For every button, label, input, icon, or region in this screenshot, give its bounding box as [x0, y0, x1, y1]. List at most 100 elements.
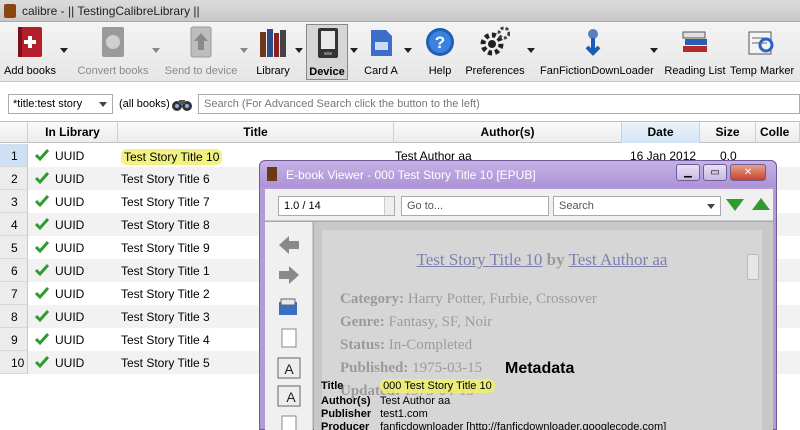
- metadata-heading: Metadata: [505, 360, 575, 377]
- metadata-producer-row: Producer fanficdownloader [http://fanfic…: [321, 421, 667, 430]
- checkmark-icon: [35, 287, 49, 300]
- find-next-icon[interactable]: [726, 199, 744, 211]
- chevron-down-icon: [99, 102, 107, 107]
- book-meta-line: Category: Harry Potter, Furbie, Crossove…: [340, 291, 597, 307]
- checkmark-icon: [35, 172, 49, 185]
- header-size[interactable]: Size: [700, 122, 756, 143]
- checkmark-icon: [35, 310, 49, 323]
- checkmark-icon: [35, 356, 49, 369]
- back-arrow-icon[interactable]: [277, 234, 301, 256]
- title-cell: Test Story Title 6: [121, 172, 210, 186]
- svg-text:A: A: [286, 389, 296, 405]
- title-cell: Test Story Title 4: [121, 333, 210, 347]
- calibre-viewer-icon: [267, 167, 277, 181]
- metadata-title-row: Title 000 Test Story Title 10: [321, 379, 495, 393]
- checkmark-icon: [35, 264, 49, 277]
- viewer-search-input[interactable]: Search: [553, 196, 721, 216]
- title-cell: Test Story Title 9: [121, 241, 210, 255]
- in-library-cell: UUID: [55, 356, 85, 370]
- svg-text:?: ?: [435, 33, 445, 52]
- card-a-dropdown[interactable]: [404, 24, 412, 80]
- font-smaller-icon[interactable]: A: [277, 385, 301, 407]
- send-to-device-button[interactable]: Send to device: [163, 24, 239, 80]
- maximize-button[interactable]: ▭: [703, 164, 727, 181]
- in-library-cell: UUID: [55, 149, 85, 163]
- checkmark-icon: [35, 218, 49, 231]
- device-button[interactable]: Device: [306, 24, 348, 80]
- book-title-link[interactable]: Test Story Title 10: [417, 250, 543, 269]
- header-collections[interactable]: Colle: [756, 122, 800, 143]
- library-button[interactable]: Library: [252, 24, 294, 80]
- header-title[interactable]: Title: [118, 122, 394, 143]
- page-copy-icon[interactable]: [277, 327, 301, 349]
- metadata-publisher-row: Publisher test1.com: [321, 408, 428, 420]
- book-author-link[interactable]: Test Author aa: [569, 250, 668, 269]
- header-in-library[interactable]: In Library: [28, 122, 118, 143]
- preferences-dropdown[interactable]: [527, 24, 535, 80]
- goto-input[interactable]: Go to...: [401, 196, 549, 216]
- device-dropdown[interactable]: [350, 24, 358, 80]
- fanfiction-downloader-button[interactable]: FanFictionDownLoader: [540, 24, 654, 80]
- calibre-app-icon: [4, 4, 16, 18]
- window-title: calibre - || TestingCalibreLibrary ||: [22, 4, 200, 18]
- reading-list-button[interactable]: Reading List: [664, 24, 726, 80]
- row-number: 6: [0, 259, 28, 282]
- page-number-spinbox[interactable]: 1.0 / 14: [278, 196, 395, 216]
- checkmark-icon: [35, 333, 49, 346]
- book-heading: Test Story Title 10 by Test Author aa: [416, 250, 668, 269]
- preferences-button[interactable]: Preferences: [464, 24, 526, 80]
- binoculars-icon[interactable]: [171, 96, 193, 112]
- forward-arrow-icon[interactable]: [277, 264, 301, 286]
- font-larger-icon[interactable]: A: [277, 357, 301, 379]
- find-previous-icon[interactable]: [752, 198, 770, 210]
- title-cell: Test Story Title 5: [121, 356, 210, 370]
- in-library-cell: UUID: [55, 241, 85, 255]
- spinner-arrows-icon[interactable]: [384, 197, 394, 215]
- scrollbar-thumb[interactable]: [747, 254, 759, 280]
- sd-card-icon: [371, 30, 392, 56]
- row-number: 3: [0, 190, 28, 213]
- table-header: In Library Title Author(s) Date Size Col…: [0, 121, 800, 143]
- convert-books-icon: [102, 27, 124, 57]
- send-to-device-dropdown[interactable]: [240, 24, 248, 80]
- main-toolbar: Add books Convert books Send to device L…: [0, 22, 800, 82]
- card-a-button[interactable]: Card A: [361, 24, 401, 80]
- search-input[interactable]: Search (For Advanced Search click the bu…: [198, 94, 800, 114]
- title-cell: Test Story Title 7: [121, 195, 210, 209]
- in-library-cell: UUID: [55, 218, 85, 232]
- row-number: 1: [0, 144, 28, 167]
- title-cell: Test Story Title 3: [121, 310, 210, 324]
- row-number: 8: [0, 305, 28, 328]
- chevron-down-icon: [707, 204, 715, 209]
- header-date[interactable]: Date: [622, 122, 700, 143]
- help-button[interactable]: ? Help: [420, 24, 460, 80]
- header-authors[interactable]: Author(s): [394, 122, 622, 143]
- convert-books-button[interactable]: Convert books: [76, 24, 150, 80]
- gear-icon: [480, 26, 510, 56]
- library-books-icon: [260, 29, 286, 57]
- row-number: 7: [0, 282, 28, 305]
- page-icon[interactable]: [277, 414, 301, 430]
- add-books-dropdown[interactable]: [60, 24, 68, 80]
- saved-search-combo[interactable]: *title:test story: [8, 94, 113, 114]
- viewer-title-bar[interactable]: E-book Viewer - 000 Test Story Title 10 …: [260, 161, 776, 187]
- minimize-button[interactable]: ▁: [676, 164, 700, 181]
- title-cell: Test Story Title 10: [121, 149, 223, 165]
- ebook-reader-icon: [318, 28, 338, 58]
- search-scope-label: (all books): [119, 98, 170, 110]
- book-meta-line: Genre: Fantasy, SF, Noir: [340, 314, 493, 330]
- temp-marker-button[interactable]: Temp Marker: [730, 24, 794, 80]
- in-library-cell: UUID: [55, 195, 85, 209]
- checkmark-icon: [35, 149, 49, 162]
- checkmark-icon: [35, 241, 49, 254]
- fanfiction-dropdown[interactable]: [650, 24, 658, 80]
- row-number: 4: [0, 213, 28, 236]
- convert-books-dropdown[interactable]: [152, 24, 160, 80]
- library-dropdown[interactable]: [295, 24, 303, 80]
- bookmark-icon[interactable]: [277, 297, 301, 319]
- row-number: 5: [0, 236, 28, 259]
- close-button[interactable]: ✕: [730, 164, 766, 181]
- row-number: 2: [0, 167, 28, 190]
- add-books-button[interactable]: Add books: [2, 24, 58, 80]
- in-library-cell: UUID: [55, 310, 85, 324]
